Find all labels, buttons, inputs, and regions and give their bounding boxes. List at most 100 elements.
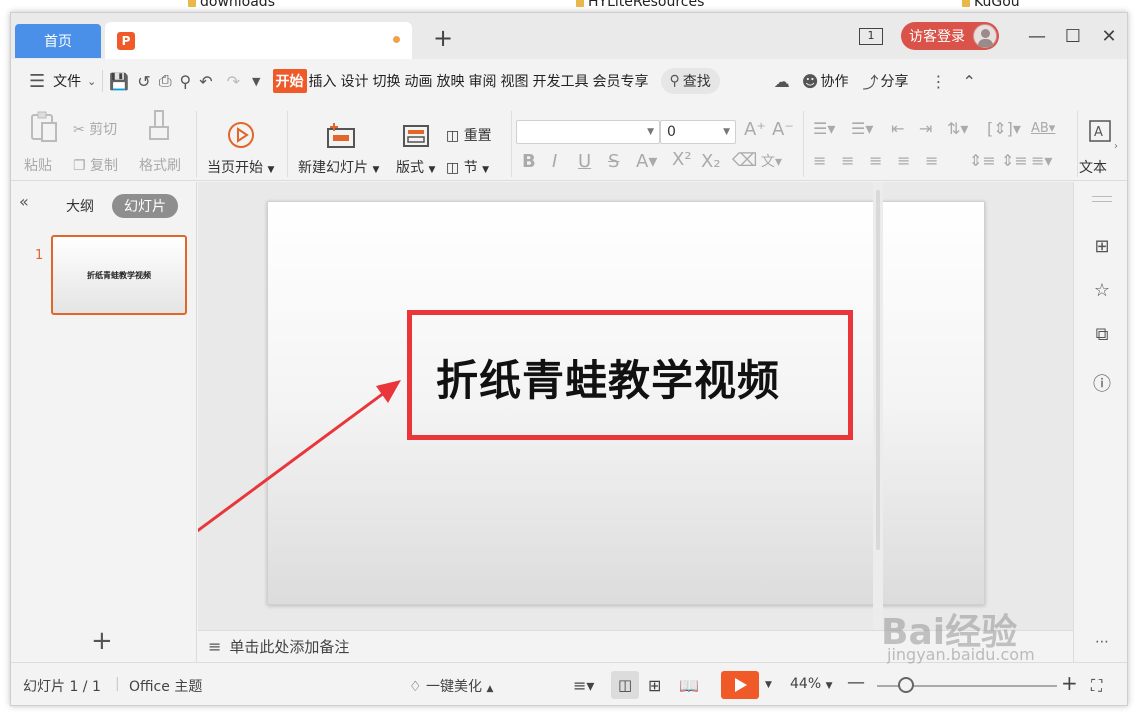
- italic-icon[interactable]: I: [552, 151, 557, 172]
- increase-indent-icon[interactable]: ⇥: [919, 119, 932, 138]
- clear-format-icon[interactable]: ⌫: [732, 150, 757, 171]
- play-from-current-icon[interactable]: [227, 121, 255, 149]
- font-color-icon[interactable]: A▾: [636, 151, 657, 172]
- copy-button[interactable]: ❐ 复制: [73, 155, 118, 175]
- justify-icon[interactable]: ≡: [897, 151, 910, 170]
- menu-tab-membership[interactable]: 会员专享: [591, 71, 651, 91]
- decrease-font-icon[interactable]: A⁻: [772, 119, 794, 140]
- slide-sorter-icon[interactable]: ⊞: [648, 676, 661, 695]
- search-button[interactable]: ⚲ 查找: [660, 68, 720, 94]
- more-icon[interactable]: ⋯: [1090, 634, 1114, 658]
- align-text-icon[interactable]: [⇕]▾: [987, 119, 1021, 138]
- settings-sliders-icon[interactable]: ⊞: [1090, 236, 1114, 260]
- scrollbar-thumb[interactable]: [876, 190, 880, 550]
- hamburger-icon[interactable]: ☰: [29, 71, 45, 92]
- tab-home[interactable]: 首页: [15, 24, 101, 58]
- start-from-current-button[interactable]: 当页开始 ▼: [207, 157, 274, 177]
- menu-tab-home[interactable]: 开始: [272, 69, 307, 93]
- zoom-in-button[interactable]: +: [1061, 671, 1078, 695]
- menu-tab-developer[interactable]: 开发工具: [531, 71, 591, 91]
- collapse-panel-icon[interactable]: «: [19, 192, 29, 211]
- text-direction-icon[interactable]: ⇅▾: [947, 119, 968, 138]
- format-painter-icon[interactable]: [148, 109, 172, 143]
- tab-outline[interactable]: 大纲: [66, 196, 94, 216]
- subscript-icon[interactable]: X₂: [701, 151, 721, 172]
- phonetic-guide-icon[interactable]: 文▾: [761, 151, 782, 171]
- layout-icon[interactable]: [403, 125, 429, 147]
- layout-button[interactable]: 版式 ▼: [396, 157, 435, 177]
- reset-button[interactable]: ◫ 重置: [446, 125, 492, 145]
- undo-icon[interactable]: ↶: [199, 72, 212, 91]
- guest-login-button[interactable]: 访客登录: [901, 22, 999, 50]
- new-slide-button[interactable]: 新建幻灯片 ▼: [298, 157, 379, 177]
- export-icon[interactable]: ↺: [137, 72, 150, 91]
- minimize-button[interactable]: —: [1019, 26, 1055, 47]
- align-right-icon[interactable]: ≡: [869, 151, 882, 170]
- menu-tab-design[interactable]: 设计: [339, 71, 371, 91]
- new-tab-button[interactable]: +: [431, 25, 455, 51]
- superscript-icon[interactable]: X²: [672, 149, 692, 170]
- reading-view-icon[interactable]: 📖: [679, 676, 699, 695]
- menu-tab-transition[interactable]: 切换: [371, 71, 403, 91]
- align-left-icon[interactable]: ≡: [813, 151, 826, 170]
- tab-slides[interactable]: 幻灯片: [112, 194, 178, 218]
- slide-thumbnail[interactable]: 折纸青蛙教学视频: [51, 235, 187, 315]
- crop-icon[interactable]: ⧉: [1090, 324, 1114, 348]
- increase-font-icon[interactable]: A⁺: [744, 119, 766, 140]
- save-icon[interactable]: 💾: [109, 72, 129, 91]
- line-spacing-icon[interactable]: ⇕≡: [969, 151, 996, 170]
- menu-tab-review[interactable]: 审阅: [467, 71, 499, 91]
- textbox-button[interactable]: 文本: [1079, 157, 1107, 177]
- menu-tab-insert[interactable]: 插入: [307, 71, 339, 91]
- chevron-down-icon[interactable]: ▼: [765, 680, 772, 690]
- strikethrough-icon[interactable]: S: [608, 151, 619, 172]
- tab-document[interactable]: P: [105, 22, 412, 59]
- textbox-icon[interactable]: A: [1088, 119, 1112, 143]
- desktop-folder[interactable]: downloads: [188, 0, 275, 10]
- maximize-button[interactable]: ☐: [1055, 26, 1091, 47]
- vertical-scrollbar[interactable]: [873, 182, 883, 630]
- notes-toggle-icon[interactable]: ≡▾: [573, 676, 594, 695]
- zoom-level[interactable]: 44% ▼: [790, 676, 833, 692]
- menu-file[interactable]: 文件: [51, 71, 83, 91]
- font-name-select[interactable]: ▼: [516, 120, 660, 144]
- quick-access-dropdown-icon[interactable]: ▼: [252, 75, 260, 88]
- bold-icon[interactable]: B: [522, 151, 536, 172]
- zoom-slider-thumb[interactable]: [898, 677, 914, 693]
- new-slide-icon[interactable]: [326, 121, 356, 149]
- beautify-button[interactable]: ♢ 一键美化 ▲: [409, 676, 493, 696]
- collapse-ribbon-icon[interactable]: ⌃: [962, 72, 975, 91]
- chevron-down-icon[interactable]: ⌄: [87, 75, 96, 88]
- ribbon-scroll-right-icon[interactable]: ›: [1114, 141, 1118, 152]
- collaborate-icon[interactable]: ☻: [802, 72, 819, 91]
- menu-tab-animation[interactable]: 动画: [403, 71, 435, 91]
- font-size-select[interactable]: 0 ▼: [660, 120, 736, 144]
- close-button[interactable]: ✕: [1091, 26, 1127, 47]
- section-button[interactable]: ◫ 节 ▼: [446, 157, 489, 177]
- bullet-list-icon[interactable]: ☰▾: [813, 119, 835, 138]
- window-count-badge[interactable]: 1: [859, 27, 883, 45]
- decrease-indent-icon[interactable]: ⇤: [891, 119, 904, 138]
- share-button[interactable]: 分享: [878, 71, 910, 91]
- paste-button[interactable]: 粘贴: [24, 155, 52, 175]
- cut-button[interactable]: ✂ 剪切: [73, 119, 117, 139]
- paragraph-settings-icon[interactable]: ≡▾: [1031, 151, 1052, 170]
- more-options-icon[interactable]: ⋮: [930, 72, 946, 91]
- share-icon[interactable]: ⤴: [862, 69, 878, 93]
- collaborate-button[interactable]: 协作: [818, 71, 850, 91]
- star-icon[interactable]: ☆: [1090, 280, 1114, 304]
- desktop-folder[interactable]: KuGou: [962, 0, 1020, 10]
- distribute-icon[interactable]: ≡: [925, 151, 938, 170]
- format-painter-button[interactable]: 格式刷: [139, 155, 181, 175]
- theme-name[interactable]: Office 主题: [129, 676, 202, 696]
- help-icon[interactable]: ⓘ: [1090, 370, 1114, 395]
- normal-view-button[interactable]: ◫: [611, 671, 639, 699]
- menu-tab-view[interactable]: 视图: [499, 71, 531, 91]
- numbered-list-icon[interactable]: ☰▾: [851, 119, 873, 138]
- print-icon[interactable]: ⎙: [159, 71, 172, 91]
- add-slide-button[interactable]: +: [91, 626, 113, 656]
- paragraph-spacing-icon[interactable]: ⇕≡: [1001, 151, 1028, 170]
- fit-window-icon[interactable]: ⛶: [1091, 676, 1102, 696]
- drag-handle[interactable]: [1092, 196, 1112, 202]
- zoom-out-button[interactable]: —: [847, 672, 865, 693]
